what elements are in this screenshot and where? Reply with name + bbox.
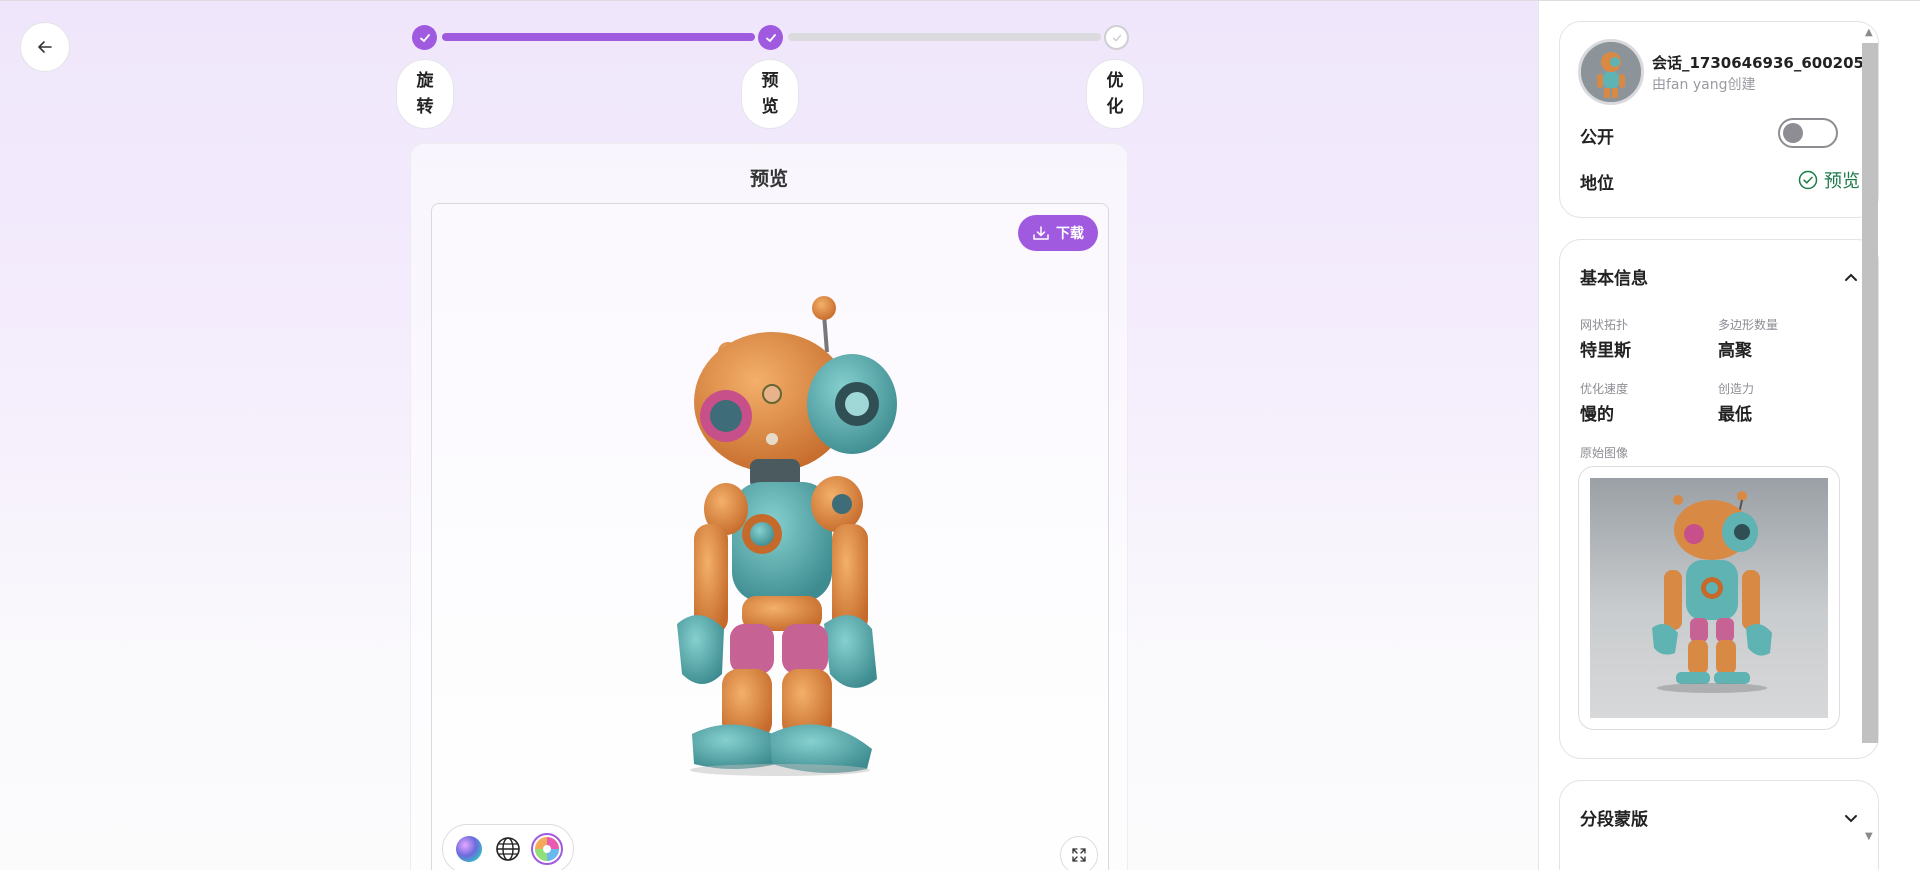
render-mode-group <box>442 824 574 870</box>
step-2-check-icon <box>758 25 783 50</box>
material-mode-button[interactable] <box>453 833 485 865</box>
step-optimize[interactable]: 优化 <box>1086 59 1144 129</box>
polycount-value: 高聚 <box>1718 341 1752 361</box>
status-label: 地位 <box>1580 174 1614 194</box>
session-creator: 由fan yang创建 <box>1652 77 1756 93</box>
check-circle-icon <box>1798 170 1818 190</box>
segment-mask-panel: 分段蒙版 <box>1559 780 1879 870</box>
original-image <box>1590 478 1828 718</box>
robot-original-image <box>1652 491 1772 693</box>
fullscreen-button[interactable] <box>1060 836 1098 870</box>
polycount-key: 多边形数量 <box>1718 318 1779 332</box>
step-1-check-icon <box>412 25 437 50</box>
sidebar-scrollbar[interactable]: ▲ ▼ <box>1862 23 1878 853</box>
main-area: 旋转 预览 优化 预览 下载 <box>0 0 1538 870</box>
creativity-key: 创造力 <box>1718 382 1755 396</box>
robot-model-render <box>677 296 897 776</box>
original-image-frame[interactable] <box>1578 466 1840 730</box>
chevron-down-icon[interactable] <box>1842 809 1860 827</box>
model-viewer[interactable]: 下载 <box>431 203 1109 870</box>
details-sidebar: 会话_1730646936_600205 由fan yang创建 公开 地位 预… <box>1538 0 1920 870</box>
arrow-left-icon <box>38 41 52 53</box>
preview-title: 预览 <box>749 168 788 190</box>
session-name: 会话_1730646936_600205 <box>1652 54 1864 72</box>
toggle-knob <box>1783 123 1803 143</box>
expand-icon <box>1072 848 1086 862</box>
scroll-up-icon[interactable]: ▲ <box>1865 27 1875 38</box>
step-preview[interactable]: 预览 <box>741 59 799 129</box>
step-progress-1 <box>442 33 755 41</box>
step-progress-2 <box>788 33 1101 41</box>
optimize-speed-value: 慢的 <box>1580 405 1614 425</box>
robot-thumbnail <box>1581 42 1641 102</box>
chevron-up-icon[interactable] <box>1842 268 1860 286</box>
scroll-down-icon[interactable]: ▼ <box>1865 831 1875 842</box>
sphere-icon <box>455 836 482 862</box>
creativity-value: 最低 <box>1718 405 1752 425</box>
session-panel: 会话_1730646936_600205 由fan yang创建 公开 地位 预… <box>1559 21 1879 218</box>
public-toggle[interactable] <box>1778 118 1838 148</box>
scroll-thumb[interactable] <box>1862 43 1878 743</box>
globe-icon <box>496 837 520 861</box>
avatar <box>1578 39 1644 105</box>
preview-card: 预览 下载 <box>410 143 1128 870</box>
color-mode-button[interactable] <box>531 833 564 865</box>
segment-mask-title: 分段蒙版 <box>1580 810 1648 830</box>
status-value: 预览 <box>1824 171 1860 192</box>
basic-info-title: 基本信息 <box>1580 269 1648 289</box>
basic-info-panel: 基本信息 网状拓扑 特里斯 多边形数量 高聚 优化速度 慢的 创造力 最低 原始… <box>1559 239 1879 759</box>
status-badge: 预览 <box>1798 167 1860 193</box>
wireframe-mode-button[interactable] <box>492 833 524 865</box>
original-image-label: 原始图像 <box>1580 446 1629 460</box>
mesh-topology-value: 特里斯 <box>1580 341 1631 361</box>
mesh-topology-key: 网状拓扑 <box>1580 318 1629 332</box>
public-label: 公开 <box>1580 128 1614 148</box>
color-wheel-icon <box>535 837 560 861</box>
step-rotate[interactable]: 旋转 <box>396 59 454 129</box>
back-button[interactable] <box>20 22 70 72</box>
step-3-check-icon <box>1104 25 1129 50</box>
optimize-speed-key: 优化速度 <box>1580 382 1629 396</box>
